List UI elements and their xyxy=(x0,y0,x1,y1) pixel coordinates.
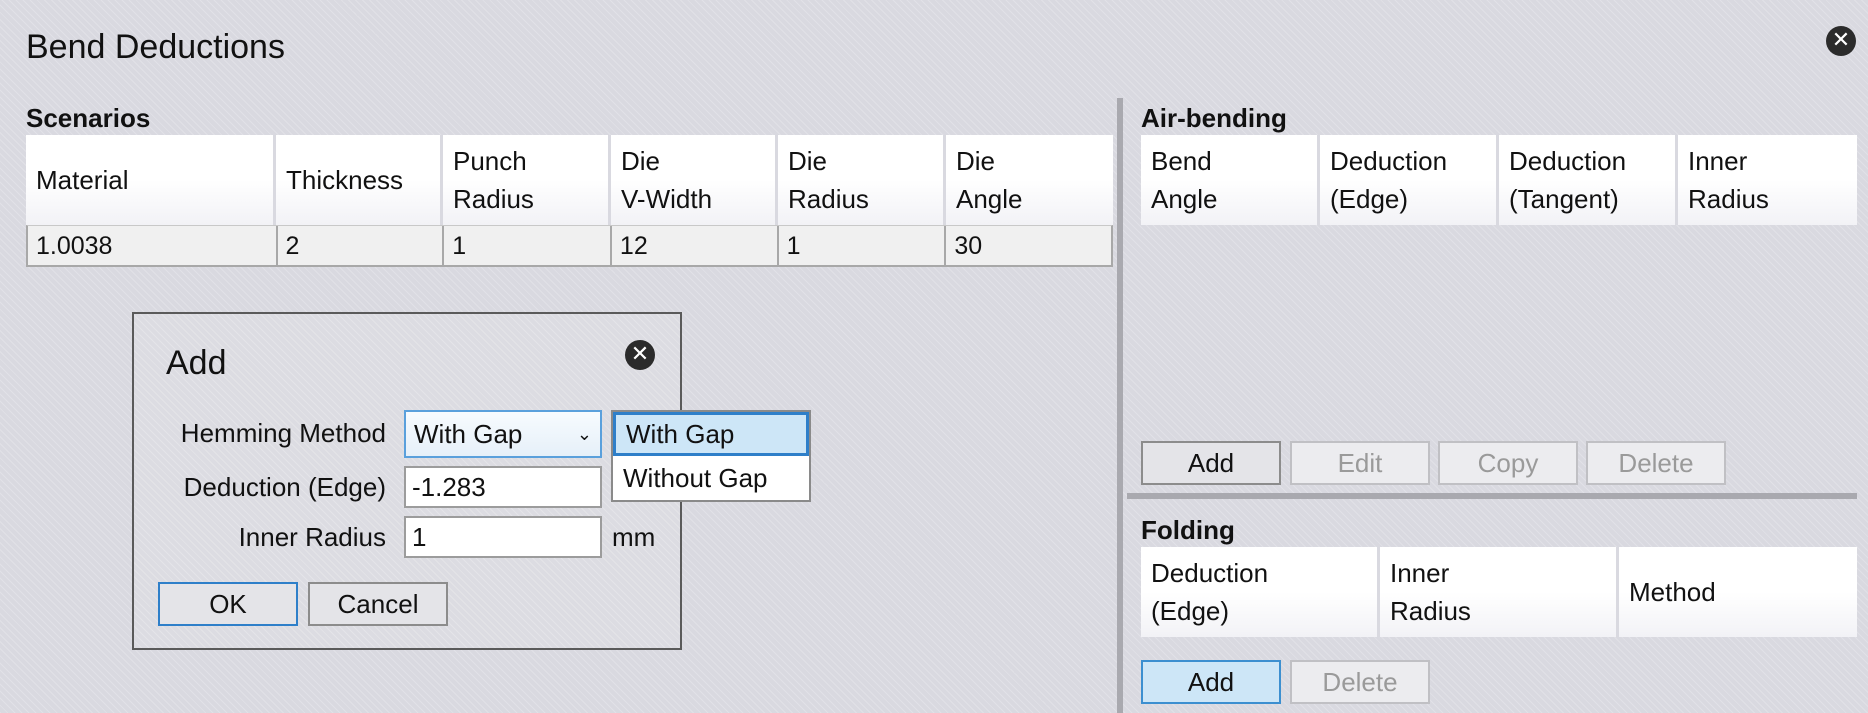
column-header[interactable]: Method xyxy=(1619,547,1857,637)
hemming-method-dropdown-list: With Gap Without Gap xyxy=(611,410,811,502)
deduction-edge-input[interactable]: -1.283 xyxy=(404,466,602,508)
column-header[interactable]: Inner Radius xyxy=(1380,547,1619,637)
column-header[interactable]: Deduction (Edge) xyxy=(1141,547,1380,637)
air-bending-copy-button[interactable]: Copy xyxy=(1438,441,1578,485)
column-header[interactable]: Deduction (Tangent) xyxy=(1499,135,1678,225)
air-bending-edit-button[interactable]: Edit xyxy=(1290,441,1430,485)
folding-label: Folding xyxy=(1141,515,1235,545)
scenarios-label: Scenarios xyxy=(26,103,151,133)
column-header[interactable]: Inner Radius xyxy=(1678,135,1857,225)
air-bending-label: Air-bending xyxy=(1141,103,1287,133)
folding-delete-button[interactable]: Delete xyxy=(1290,660,1430,704)
horizontal-splitter[interactable] xyxy=(1127,493,1857,499)
vertical-splitter[interactable] xyxy=(1117,98,1123,713)
scenarios-header: Material Thickness Punch Radius Die V-Wi… xyxy=(26,135,1113,225)
column-header[interactable]: Bend Angle xyxy=(1141,135,1320,225)
hemming-method-select[interactable]: With Gap ⌄ xyxy=(404,410,602,458)
ok-button[interactable]: OK xyxy=(158,582,298,626)
dropdown-option-with-gap[interactable]: With Gap xyxy=(613,412,809,456)
column-header[interactable]: Thickness xyxy=(276,135,443,225)
column-header[interactable]: Deduction (Edge) xyxy=(1320,135,1499,225)
folding-add-button[interactable]: Add xyxy=(1141,660,1281,704)
close-icon[interactable]: ✕ xyxy=(1826,26,1856,56)
folding-grid: Deduction (Edge) Inner Radius Method xyxy=(1141,547,1857,637)
close-icon[interactable]: ✕ xyxy=(625,340,655,370)
table-cell[interactable]: 1 xyxy=(779,226,947,265)
table-cell[interactable]: 12 xyxy=(612,226,779,265)
deduction-edge-label: Deduction (Edge) xyxy=(183,472,386,502)
air-bending-add-button[interactable]: Add xyxy=(1141,441,1281,485)
column-header[interactable]: Material xyxy=(26,135,276,225)
dialog-title: Add xyxy=(166,344,227,382)
cancel-button[interactable]: Cancel xyxy=(308,582,448,626)
scenarios-grid: Material Thickness Punch Radius Die V-Wi… xyxy=(26,135,1113,267)
hemming-method-value: With Gap xyxy=(414,418,523,449)
folding-header: Deduction (Edge) Inner Radius Method xyxy=(1141,547,1857,637)
inner-radius-label: Inner Radius xyxy=(238,522,386,552)
column-header[interactable]: Punch Radius xyxy=(443,135,611,225)
window-title: Bend Deductions xyxy=(26,28,285,66)
table-cell[interactable]: 1.0038 xyxy=(28,226,278,265)
hemming-method-label: Hemming Method xyxy=(180,418,386,448)
table-cell[interactable]: 1 xyxy=(444,226,612,265)
table-row[interactable]: 1.0038 2 1 12 1 30 xyxy=(26,225,1113,267)
inner-radius-input[interactable]: 1 xyxy=(404,516,602,558)
chevron-down-icon: ⌄ xyxy=(576,423,592,444)
inner-radius-unit: mm xyxy=(612,522,656,552)
table-cell[interactable]: 2 xyxy=(278,226,445,265)
dropdown-option-without-gap[interactable]: Without Gap xyxy=(613,456,809,500)
air-bending-delete-button[interactable]: Delete xyxy=(1586,441,1726,485)
air-bending-header: Bend Angle Deduction (Edge) Deduction (T… xyxy=(1141,135,1857,225)
column-header[interactable]: Die Radius xyxy=(778,135,946,225)
add-dialog: Add ✕ Hemming Method With Gap ⌄ Deductio… xyxy=(132,312,682,650)
column-header[interactable]: Die Angle xyxy=(946,135,1113,225)
air-bending-grid: Bend Angle Deduction (Edge) Deduction (T… xyxy=(1141,135,1857,225)
column-header[interactable]: Die V-Width xyxy=(611,135,778,225)
table-cell[interactable]: 30 xyxy=(946,226,1111,265)
